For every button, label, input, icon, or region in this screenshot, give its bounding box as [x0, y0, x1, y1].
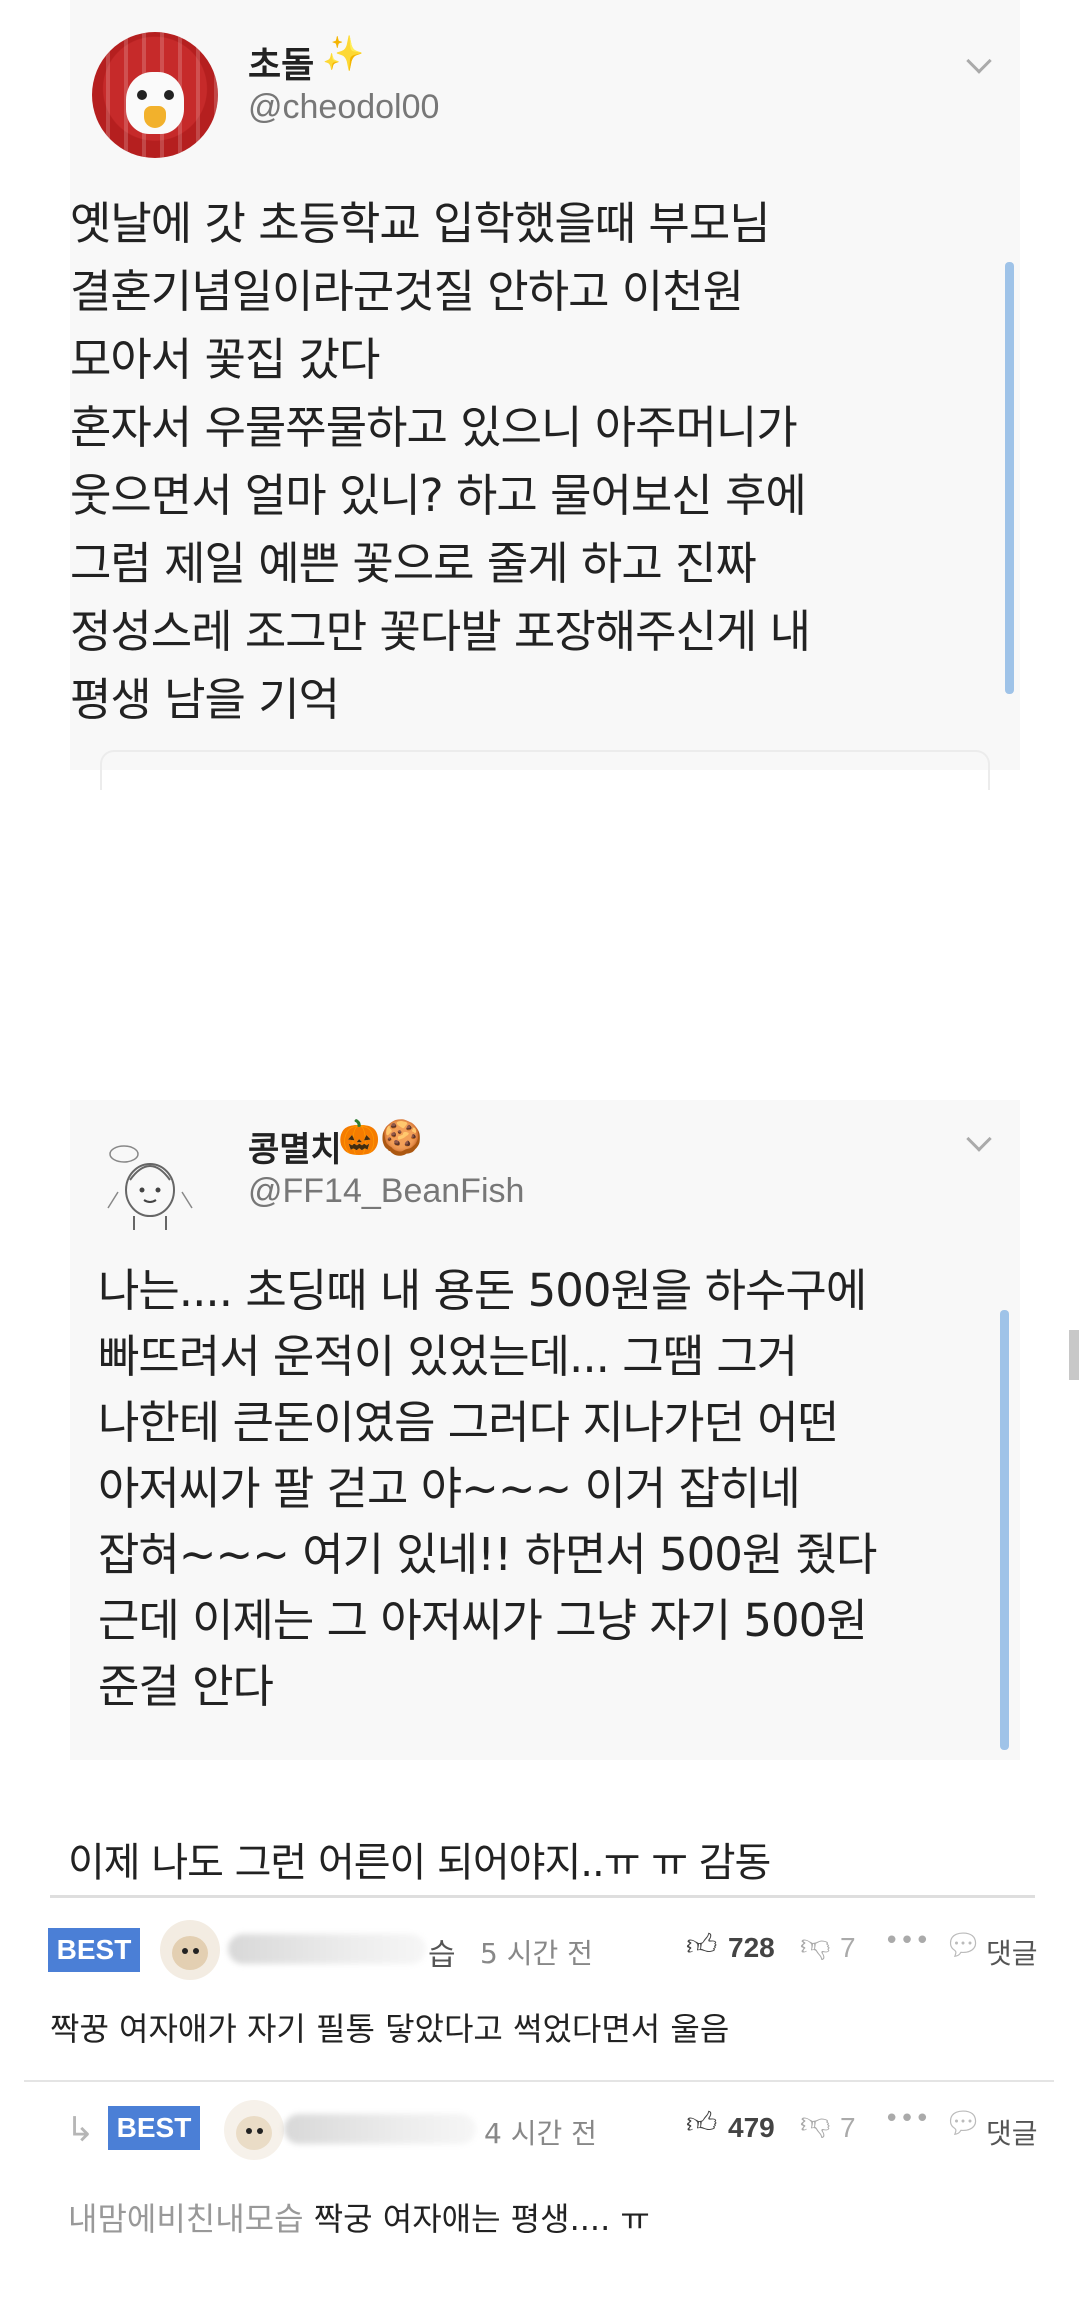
speech-bubble-icon[interactable]: 💬︎: [944, 2106, 982, 2141]
divider: [50, 1895, 1035, 1898]
chevron-down-icon[interactable]: [966, 1126, 992, 1152]
comment-item: BEST 습 5 시간 전 👍︎ 728 👎︎ 7 ••• 💬︎ 댓글 짝꿍 여…: [0, 1910, 1079, 2080]
timestamp: 5 시간 전: [480, 1937, 593, 1970]
avatar[interactable]: [160, 1920, 220, 1980]
more-icon[interactable]: •••: [884, 1926, 930, 1956]
scroll-tab[interactable]: [1069, 1330, 1079, 1380]
tweet-text: 옛날에 갓 초등학교 입학했을때 부모님 결혼기념일이라군것질 안하고 이천원 …: [70, 197, 811, 726]
dislike-count: 7: [840, 2112, 856, 2143]
avatar[interactable]: [92, 32, 218, 158]
chevron-down-icon[interactable]: [966, 48, 992, 74]
avatar[interactable]: [104, 1132, 194, 1232]
avatar[interactable]: [224, 2100, 284, 2160]
best-badge: BEST: [108, 2106, 200, 2150]
tweet-handle[interactable]: @cheodol00: [248, 88, 439, 127]
like-count: 728: [728, 1932, 775, 1963]
post-caption: 이제 나도 그런 어른이 되어야지..ㅠ ㅠ 감동: [68, 1840, 771, 1886]
reply-arrow-icon: ↳: [66, 2110, 95, 2150]
tweet-text: 나는.... 초딩때 내 용돈 500원을 하수구에 빠뜨려서 운적이 있었는데…: [98, 1264, 877, 1713]
thumbs-up-icon[interactable]: 👍︎: [686, 1928, 717, 1964]
tweet-card-2: 콩멸치 🎃🍪 @FF14_BeanFish 나는.... 초딩때 내 용돈 50…: [70, 1100, 1020, 1760]
tweet-card-1: 초돌 ✨ @cheodol00 옛날에 갓 초등학교 입학했을때 부모님 결혼기…: [70, 0, 1020, 790]
comment-body: 짝꿍 여자애가 자기 필통 닿았다고 썩었다면서 울음: [50, 2010, 730, 2048]
reply-button[interactable]: 댓글: [986, 2112, 1038, 2152]
best-badge: BEST: [48, 1928, 140, 1972]
comment-body: 짝궁 여자애는 평생.... ㅠ: [313, 2200, 650, 2238]
timestamp: 4 시간 전: [484, 2117, 597, 2150]
tweet-handle[interactable]: @FF14_BeanFish: [248, 1172, 524, 1211]
reply-button[interactable]: 댓글: [986, 1932, 1038, 1972]
blurred-username: [228, 1934, 426, 1964]
quoted-card-edge: [100, 750, 990, 790]
tweet-accent-bar: [1005, 262, 1014, 694]
mention-username[interactable]: 내맘에비친내모습: [68, 2200, 304, 2238]
pumpkin-cookie-icon: 🎃🍪: [338, 1118, 423, 1158]
tweet-accent-bar: [1000, 1310, 1009, 1750]
sparkles-icon: ✨: [322, 34, 365, 74]
comment-body-line: 내맘에비친내모습 짝궁 여자애는 평생.... ㅠ: [68, 2194, 650, 2240]
username-tail[interactable]: 습: [428, 1930, 456, 1974]
divider: [24, 2080, 1054, 2082]
comment-item: ↳ BEST 4 시간 전 👍︎ 479 👎︎ 7 ••• 💬︎ 댓글 내맘에비…: [0, 2090, 1079, 2318]
thumbs-down-icon[interactable]: 👎︎: [800, 1928, 830, 1964]
tweet-author-name[interactable]: 콩멸치: [248, 1122, 342, 1171]
like-count: 479: [728, 2112, 775, 2143]
thumbs-up-icon[interactable]: 👍︎: [686, 2106, 717, 2142]
more-icon[interactable]: •••: [884, 2104, 930, 2134]
speech-bubble-icon[interactable]: 💬︎: [944, 1928, 982, 1963]
tweet-author-name[interactable]: 초돌: [248, 36, 314, 88]
thumbs-down-icon[interactable]: 👎︎: [800, 2106, 830, 2142]
blurred-username: [284, 2114, 476, 2144]
dislike-count: 7: [840, 1932, 856, 1963]
